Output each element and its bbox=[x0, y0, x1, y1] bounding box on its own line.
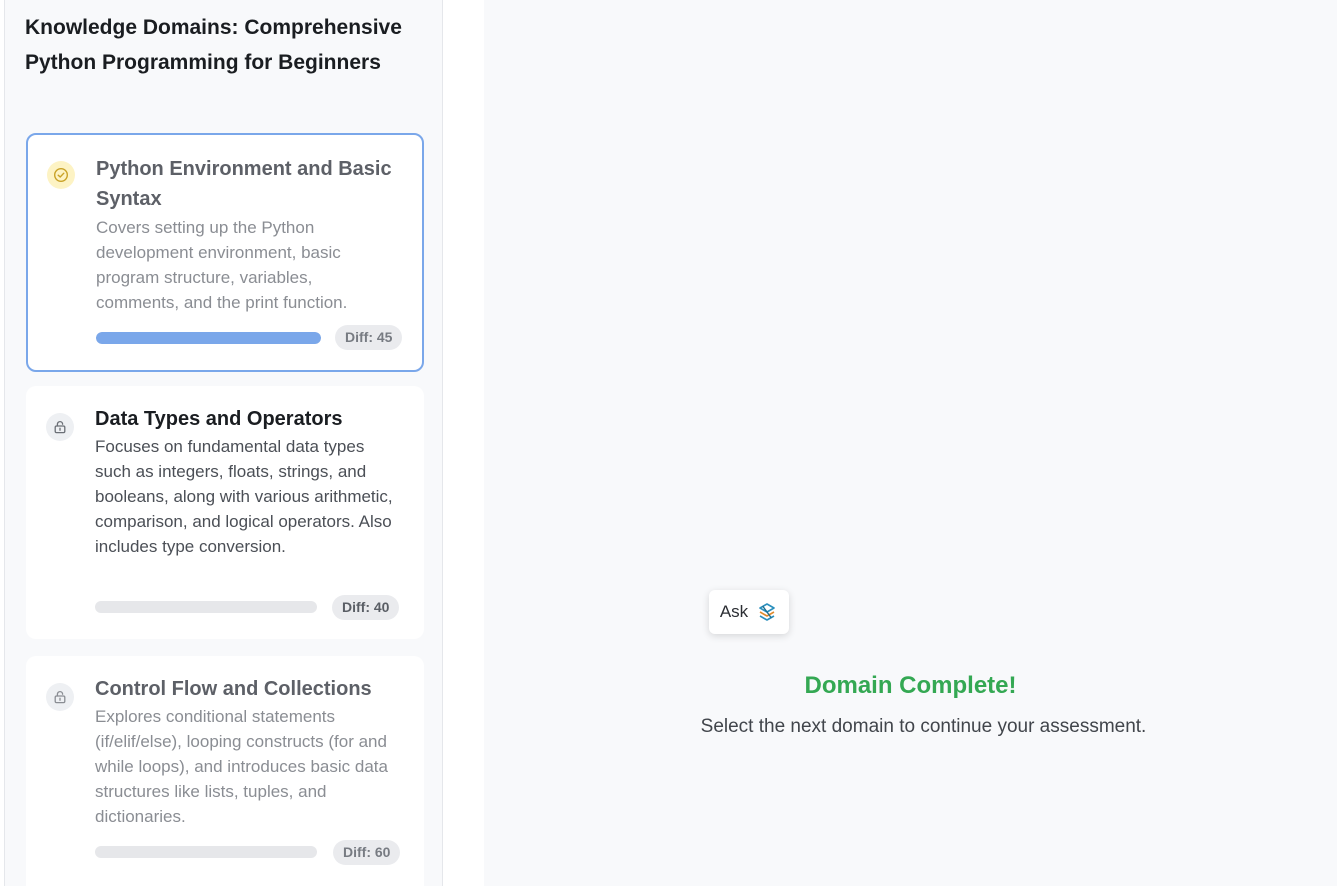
completion-message: Select the next domain to continue your … bbox=[700, 716, 1147, 737]
domain-title: Control Flow and Collections bbox=[95, 678, 372, 700]
domain-progress-fill bbox=[96, 332, 321, 344]
domain-description: Explores conditional statements (if/elif… bbox=[95, 707, 388, 826]
domain-description: Focuses on fundamental data types such a… bbox=[95, 437, 393, 556]
lock-icon bbox=[46, 683, 74, 711]
domains-sidebar: Knowledge Domains: Comprehensive Python … bbox=[4, 0, 443, 886]
check-circle-icon bbox=[47, 161, 75, 189]
divider-strip bbox=[443, 0, 484, 886]
domain-progress-bar bbox=[95, 601, 317, 613]
completion-heading: Domain Complete! bbox=[804, 672, 1017, 699]
difficulty-badge: Diff: 45 bbox=[335, 325, 403, 350]
domain-card-control-flow[interactable]: Control Flow and Collections Explores co… bbox=[26, 656, 424, 886]
lock-icon bbox=[46, 413, 74, 441]
domain-description: Covers setting up the Python development… bbox=[96, 218, 348, 312]
difficulty-badge: Diff: 40 bbox=[332, 595, 400, 620]
domain-card-python-environment[interactable]: Python Environment and Basic Syntax Cove… bbox=[26, 133, 424, 372]
difficulty-badge: Diff: 60 bbox=[333, 840, 401, 865]
ask-label: Ask bbox=[719, 602, 749, 621]
domain-progress-bar bbox=[95, 846, 317, 858]
sidebar-title: Knowledge Domains: Comprehensive Python … bbox=[25, 16, 402, 74]
domain-title: Data Types and Operators bbox=[95, 408, 343, 430]
domain-progress-bar bbox=[96, 332, 321, 344]
domain-card-data-types[interactable]: Data Types and Operators Focuses on fund… bbox=[26, 386, 424, 639]
ask-button[interactable]: Ask bbox=[709, 590, 789, 634]
stack-logo-icon bbox=[756, 601, 778, 623]
domain-title: Python Environment and Basic Syntax bbox=[96, 158, 392, 210]
